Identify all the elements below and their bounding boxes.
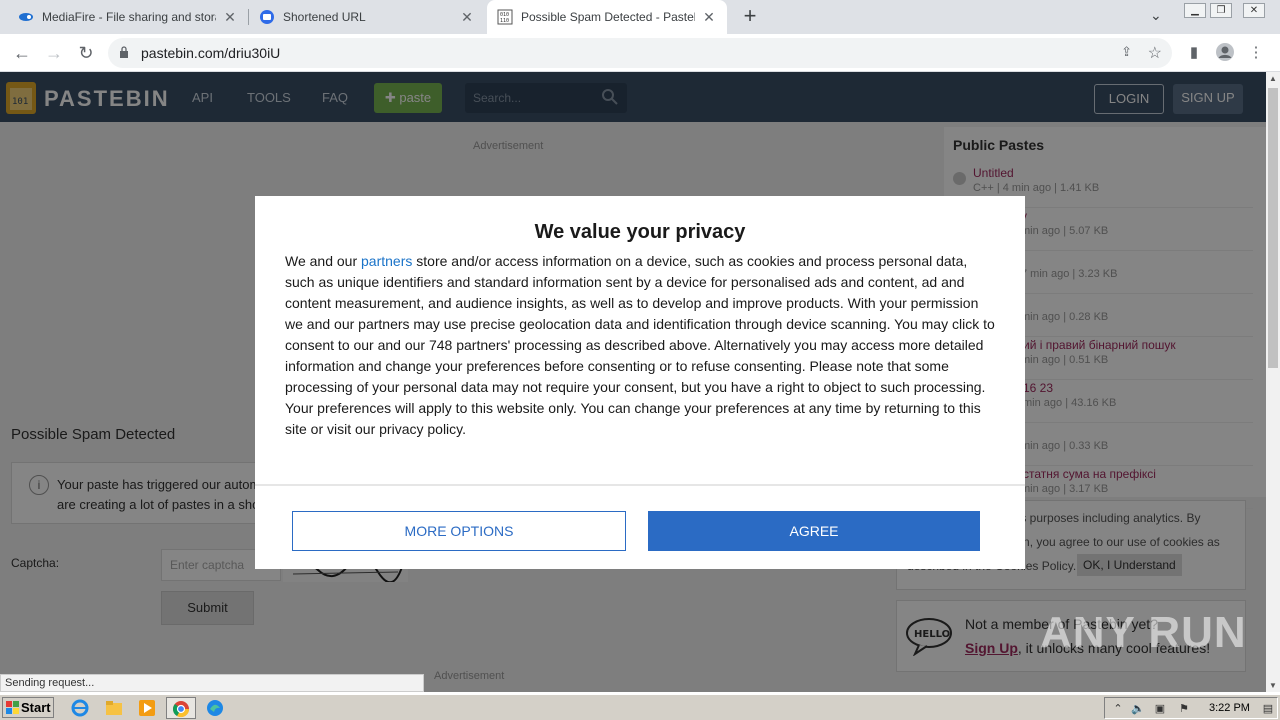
body-text: We and our [285,253,362,269]
back-button[interactable]: ← [10,41,34,65]
clock: 3:22 PM [1209,702,1250,714]
minimize-button[interactable]: ▁ [1184,3,1206,18]
dialog-title: We value your privacy [534,221,746,243]
mediafire-icon [19,13,33,21]
taskbar: Start ⌃ 🔈 ▣ ⚑ 3:22 PM ▤ [0,694,1280,720]
profile-avatar-icon[interactable] [1214,42,1236,64]
tab-shortened-url[interactable]: Shortened URL ✕ [249,0,485,34]
volume-icon[interactable]: 🔈 [1131,702,1145,716]
reload-button[interactable]: ↻ [74,41,98,65]
side-panel-icon[interactable]: ▮ [1183,42,1205,64]
tab-title: Shortened URL [283,10,366,24]
tab-strip: MediaFire - File sharing and storage ...… [0,0,1280,34]
shortener-icon [260,10,274,24]
partners-link[interactable]: partners [361,253,412,269]
ie-icon[interactable] [71,699,89,717]
start-button[interactable]: Start [2,697,54,718]
dialog-body: We and our partners store and/or access … [285,251,1000,440]
menu-kebab-icon[interactable]: ⋮ [1245,42,1267,64]
lock-icon [120,46,128,58]
bookmark-star-icon[interactable]: ☆ [1148,43,1162,63]
privacy-consent-dialog: We value your privacy We and our partner… [255,196,1025,569]
close-tab-icon[interactable]: ✕ [459,9,475,26]
network-icon[interactable]: ▣ [1153,702,1167,716]
explorer-folder-icon[interactable] [105,699,123,717]
tab-search-chevron-icon[interactable]: ⌄ [1150,7,1162,24]
windows-logo-icon [6,701,19,714]
new-tab-button[interactable]: + [738,5,762,29]
start-label: Start [21,700,51,715]
agree-button[interactable]: AGREE [648,511,980,551]
close-window-button[interactable]: ✕ [1243,3,1265,18]
tab-pastebin[interactable]: 010110 Possible Spam Detected - Pastebin… [487,0,727,34]
anyrun-watermark: ANY RUN [1040,608,1247,657]
scrollbar-thumb[interactable] [1268,88,1278,368]
more-options-button[interactable]: MORE OPTIONS [292,511,626,551]
share-icon[interactable]: ⇪ [1121,44,1132,60]
pastebin-favicon-icon: 010110 [497,9,513,25]
chrome-task-button[interactable] [166,697,196,719]
system-tray: ⌃ 🔈 ▣ ⚑ 3:22 PM ▤ [1104,697,1278,719]
scroll-up-arrow-icon[interactable]: ▲ [1269,74,1277,83]
chrome-icon [172,701,190,718]
close-tab-icon[interactable]: ✕ [701,9,717,26]
svg-text:110: 110 [500,18,509,24]
tray-expand-icon[interactable]: ⌃ [1111,702,1125,716]
show-desktop-icon[interactable]: ▤ [1261,702,1275,716]
body-text: store and/or access information on a dev… [285,253,995,437]
forward-button[interactable]: → [42,41,66,65]
action-center-flag-icon[interactable]: ⚑ [1177,702,1191,716]
restore-button[interactable]: ❐ [1210,3,1232,18]
tab-title: Possible Spam Detected - Pastebin.com [521,10,695,24]
tab-title: MediaFire - File sharing and storage ... [42,10,216,24]
browser-toolbar: ← → ↻ pastebin.com/driu30iU ⇪ ☆ ▮ ⋮ [0,34,1280,72]
url-text: pastebin.com/driu30iU [141,45,281,61]
address-bar[interactable]: pastebin.com/driu30iU ⇪ ☆ [108,38,1172,68]
dialog-divider [255,484,1025,486]
media-player-icon[interactable] [138,699,156,717]
status-bubble: Sending request... [0,674,424,692]
page-scrollbar[interactable]: ▲ ▼ [1266,72,1280,692]
edge-icon[interactable] [206,699,224,717]
close-tab-icon[interactable]: ✕ [222,9,238,26]
tab-mediafire[interactable]: MediaFire - File sharing and storage ...… [8,0,248,34]
scroll-down-arrow-icon[interactable]: ▼ [1269,681,1277,690]
